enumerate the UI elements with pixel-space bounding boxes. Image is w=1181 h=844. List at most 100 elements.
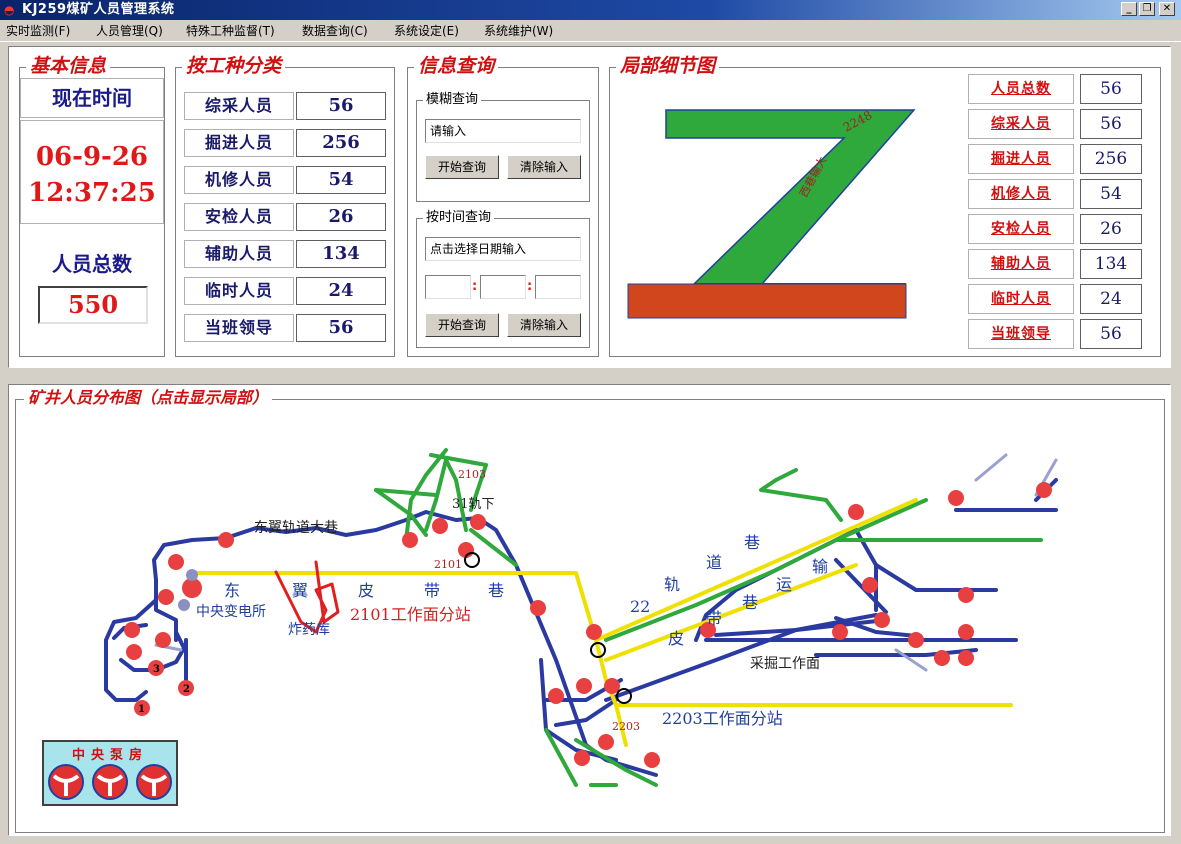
mine-map[interactable]: 东翼轨道大巷 东 翼 皮 带 巷 中央变电所 炸药库 2101工作面分站 210…: [16, 400, 1164, 832]
type-label: 当班领导: [184, 314, 294, 342]
type-label: 机修人员: [184, 166, 294, 194]
app-icon: ◓: [4, 3, 15, 17]
detail-legend-value: 56: [1080, 319, 1142, 349]
type-label: 安检人员: [184, 203, 294, 231]
type-value: 256: [296, 129, 386, 157]
belt-char: 带: [424, 581, 440, 600]
east-wing-track-label: 东翼轨道大巷: [254, 520, 338, 536]
menu-realtime-monitor[interactable]: 实时监测(F): [6, 23, 70, 39]
person-marker: [832, 624, 848, 640]
person-marker: [124, 622, 140, 638]
fuzzy-query-input[interactable]: 请输入: [425, 119, 581, 143]
menu-personnel[interactable]: 人员管理(Q): [96, 23, 163, 39]
detail-legend-value: 56: [1080, 74, 1142, 104]
top-panel: 基本信息 现在时间 06-9-26 12:37:25 人员总数 550 按工种分…: [8, 46, 1171, 368]
detail-legend-label[interactable]: 安检人员: [968, 214, 1074, 244]
query-title: 信息查询: [414, 55, 499, 77]
detail-legend-label[interactable]: 当班领导: [968, 319, 1074, 349]
mine-map-frame[interactable]: 矿井人员分布图（点击显示局部） 东翼轨道大巷 东 翼 皮 带 巷 中央变电所 炸…: [15, 388, 1165, 833]
detail-legend-value: 134: [1080, 249, 1142, 279]
time-query-title: 按时间查询: [423, 210, 495, 226]
menu-system-settings[interactable]: 系统设定(E): [394, 23, 459, 39]
track22-char: 道: [706, 553, 722, 572]
person-marker: [168, 554, 184, 570]
date-select-input[interactable]: 点击选择日期输入: [425, 237, 581, 261]
current-time-label: 现在时间: [20, 78, 164, 118]
fuzzy-query-group: 模糊查询 请输入 开始查询 清除输入: [416, 92, 590, 202]
query-group: 信息查询 模糊查询 请输入 开始查询 清除输入 按时间查询 点击选择日期输入 :…: [407, 55, 599, 357]
map-num-2: 2: [183, 684, 190, 695]
person-marker: [158, 589, 174, 605]
explosives-label: 炸药库: [288, 622, 330, 638]
person-marker: [862, 577, 878, 593]
type-label: 辅助人员: [184, 240, 294, 268]
type-value: 24: [296, 277, 386, 305]
detail-diagram[interactable]: 2248 西巷输大: [610, 68, 940, 354]
time-hour-input[interactable]: [425, 275, 471, 299]
type-value: 54: [296, 166, 386, 194]
minimize-button[interactable]: _: [1121, 2, 1137, 16]
time-minute-input[interactable]: [480, 275, 526, 299]
node-2103-label: 2103: [458, 468, 486, 481]
menu-data-query[interactable]: 数据查询(C): [302, 23, 368, 39]
detail-legend-label[interactable]: 机修人员: [968, 179, 1074, 209]
fuzzy-query-title: 模糊查询: [423, 92, 482, 108]
title-bar[interactable]: ◓ KJ259煤矿人员管理系统 _ ❐ ✕: [0, 0, 1181, 20]
convey-char: 运: [776, 575, 792, 594]
current-time: 12:37:25: [28, 178, 156, 208]
central-substation-label: 中央变电所: [196, 604, 266, 620]
detail-legend-label[interactable]: 临时人员: [968, 284, 1074, 314]
track-network: [104, 478, 1058, 777]
person-marker: [586, 624, 602, 640]
detail-legend-label[interactable]: 综采人员: [968, 109, 1074, 139]
person-marker: [1036, 482, 1052, 498]
current-time-box: 06-9-26 12:37:25: [20, 120, 164, 224]
person-marker: [432, 518, 448, 534]
detail-legend-label[interactable]: 人员总数: [968, 74, 1074, 104]
pump-icon: [136, 764, 172, 800]
convey-char: 巷: [742, 593, 758, 612]
main-window: ◓ KJ259煤矿人员管理系统 _ ❐ ✕ 实时监测(F) 人员管理(Q) 特殊…: [0, 0, 1181, 844]
type-label: 综采人员: [184, 92, 294, 120]
person-marker: [934, 650, 950, 666]
detail-group: 局部细节图 2248 西巷输大 人员总数 56 综采人员 56 掘进人员 256: [609, 55, 1161, 357]
time-clear-input-button[interactable]: 清除输入: [507, 313, 581, 337]
pump-icon: [92, 764, 128, 800]
fuzzy-start-query-button[interactable]: 开始查询: [425, 155, 499, 179]
map-num-1: 1: [138, 704, 145, 715]
detail-road-shape[interactable]: [665, 109, 916, 285]
detail-legend-value: 26: [1080, 214, 1142, 244]
menu-bar: 实时监测(F) 人员管理(Q) 特殊工种监督(T) 数据查询(C) 系统设定(E…: [0, 20, 1181, 42]
central-pump-room[interactable]: 中央泵房: [42, 740, 178, 806]
map-num-3: 3: [153, 664, 160, 675]
pump-icons: [48, 764, 172, 800]
menu-special-supervision[interactable]: 特殊工种监督(T): [186, 23, 275, 39]
close-button[interactable]: ✕: [1159, 2, 1175, 16]
type-label: 掘进人员: [184, 129, 294, 157]
detail-workface-block[interactable]: [627, 283, 907, 319]
time-separator: :: [527, 279, 533, 294]
person-marker: [958, 650, 974, 666]
detail-legend-label[interactable]: 掘进人员: [968, 144, 1074, 174]
person-marker: [874, 612, 890, 628]
time-second-input[interactable]: [535, 275, 581, 299]
time-query-group: 按时间查询 点击选择日期输入 : : 开始查询 清除输入: [416, 210, 590, 348]
time-start-query-button[interactable]: 开始查询: [425, 313, 499, 337]
convey-char: 输: [812, 557, 828, 576]
person-marker: [948, 490, 964, 506]
person-marker: [530, 600, 546, 616]
detail-legend-label[interactable]: 辅助人员: [968, 249, 1074, 279]
current-date: 06-9-26: [35, 142, 149, 172]
person-marker: [218, 532, 234, 548]
person-marker: [958, 624, 974, 640]
type-label: 临时人员: [184, 277, 294, 305]
person-marker: [470, 514, 486, 530]
by-type-title: 按工种分类: [182, 55, 286, 77]
fuzzy-clear-input-button[interactable]: 清除输入: [507, 155, 581, 179]
belt-char: 皮: [358, 581, 374, 600]
maximize-button[interactable]: ❐: [1139, 2, 1155, 16]
convey-char: 带: [706, 609, 722, 628]
menu-system-maintenance[interactable]: 系统维护(W): [484, 23, 553, 39]
person-marker: [598, 734, 614, 750]
total-people-value: 550: [38, 286, 148, 324]
